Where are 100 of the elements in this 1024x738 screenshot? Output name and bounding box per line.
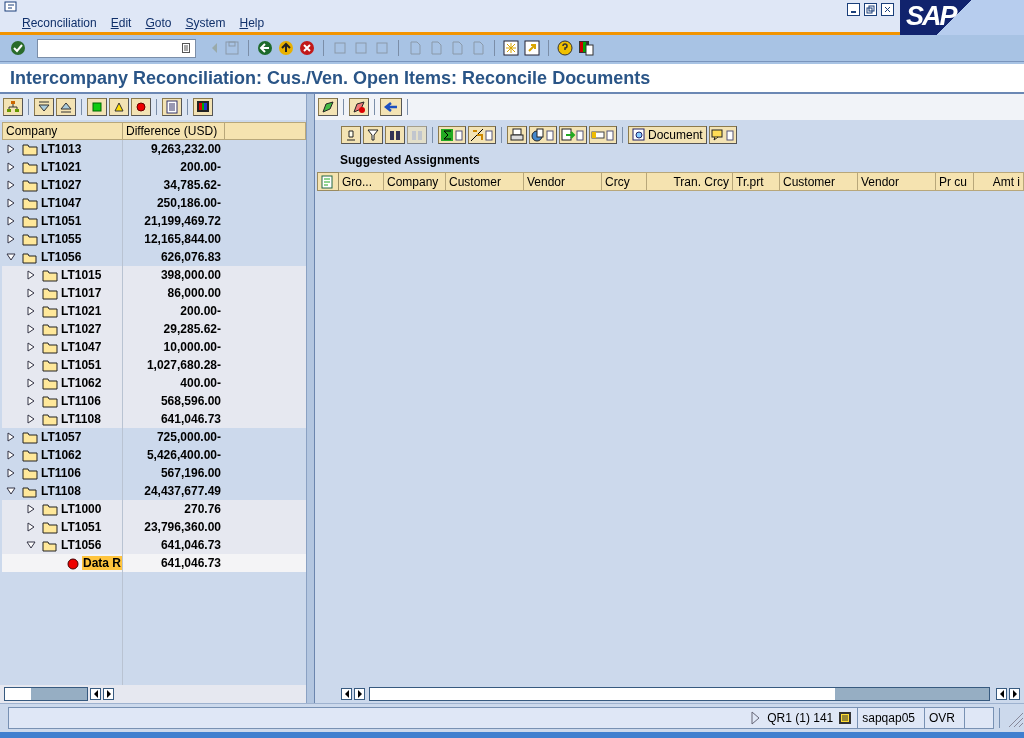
- assign-icon[interactable]: [318, 98, 338, 116]
- tree-row[interactable]: LT1051 23,796,360.00: [2, 518, 306, 536]
- scrollbar-thumb[interactable]: [835, 688, 989, 700]
- tree-row[interactable]: LT1047 10,000.00-: [2, 338, 306, 356]
- column-header[interactable]: Vendor: [524, 172, 602, 191]
- subtotal-icon[interactable]: [468, 126, 496, 144]
- tree-node-label[interactable]: LT1056: [60, 538, 103, 552]
- expander-icon[interactable]: [6, 180, 16, 190]
- cancel-icon[interactable]: [299, 40, 315, 56]
- menu-item[interactable]: Edit: [110, 16, 132, 30]
- list-icon[interactable]: [838, 711, 853, 725]
- layout-icon[interactable]: [578, 40, 594, 56]
- expander-icon[interactable]: [26, 342, 36, 352]
- scroll-right-icon[interactable]: [1009, 688, 1020, 700]
- tree-row[interactable]: LT1108 641,046.73: [2, 410, 306, 428]
- view-icon[interactable]: [529, 126, 557, 144]
- column-header[interactable]: Amt i: [974, 172, 1024, 191]
- expand-icon[interactable]: [34, 98, 54, 116]
- unassign-icon[interactable]: [349, 98, 369, 116]
- hierarchy-icon[interactable]: [3, 98, 23, 116]
- tree-node-label[interactable]: LT1055: [40, 232, 83, 246]
- expander-icon[interactable]: [26, 306, 36, 316]
- tree-row[interactable]: LT1051 1,027,680.28-: [2, 356, 306, 374]
- tree-node-label[interactable]: LT1027: [40, 178, 83, 192]
- column-header[interactable]: Company: [2, 122, 123, 140]
- tree-node-label[interactable]: LT1047: [40, 196, 83, 210]
- square-icon[interactable]: [87, 98, 107, 116]
- resize-grip-icon[interactable]: [999, 708, 1024, 728]
- expander-icon[interactable]: [6, 252, 16, 262]
- column-header[interactable]: Company: [384, 172, 446, 191]
- export-icon[interactable]: [559, 126, 587, 144]
- tree-node-label[interactable]: LT1021: [40, 160, 83, 174]
- error-icon[interactable]: [131, 98, 151, 116]
- list-icon[interactable]: [182, 43, 190, 53]
- scroll-left-icon[interactable]: [90, 688, 101, 700]
- column-header[interactable]: Customer: [780, 172, 858, 191]
- expander-icon[interactable]: [26, 540, 36, 550]
- tree-node-label[interactable]: LT1013: [40, 142, 83, 156]
- expander-icon[interactable]: [26, 522, 36, 532]
- tree-node-label[interactable]: LT1106: [60, 394, 102, 408]
- expander-icon[interactable]: [26, 360, 36, 370]
- comment-icon[interactable]: [708, 126, 737, 144]
- expander-icon[interactable]: [26, 288, 36, 298]
- expander-icon[interactable]: [6, 450, 16, 460]
- tree-node-label[interactable]: Data R: [82, 556, 122, 570]
- expander-icon[interactable]: [26, 414, 36, 424]
- expander-icon[interactable]: [26, 270, 36, 280]
- tree-row[interactable]: LT1021 200.00-: [2, 302, 306, 320]
- expander-icon[interactable]: [6, 486, 16, 496]
- tree-node-label[interactable]: LT1051: [60, 520, 103, 534]
- tree-row[interactable]: LT1015 398,000.00: [2, 266, 306, 284]
- new-window-icon[interactable]: [503, 40, 519, 56]
- restore-icon[interactable]: [864, 3, 877, 16]
- scroll-left-icon[interactable]: [341, 688, 352, 700]
- help-icon[interactable]: [557, 40, 573, 56]
- back-icon[interactable]: [257, 40, 273, 56]
- tree-node-label[interactable]: LT1047: [60, 340, 103, 354]
- tree-row[interactable]: LT1017 86,000.00: [2, 284, 306, 302]
- tree-row[interactable]: LT1027 29,285.62-: [2, 320, 306, 338]
- tree-row[interactable]: LT1056 641,046.73: [2, 536, 306, 554]
- column-header[interactable]: Crcy: [602, 172, 647, 191]
- expander-icon[interactable]: [26, 324, 36, 334]
- collapse-icon[interactable]: [56, 98, 76, 116]
- menu-item[interactable]: Reconciliation: [22, 16, 97, 30]
- expander-icon[interactable]: [6, 198, 16, 208]
- column-header[interactable]: Vendor: [858, 172, 936, 191]
- command-field[interactable]: [37, 38, 196, 58]
- expander-icon[interactable]: [26, 396, 36, 406]
- expander-icon[interactable]: [6, 234, 16, 244]
- scrollbar-thumb[interactable]: [31, 688, 87, 700]
- expander-icon[interactable]: [6, 432, 16, 442]
- tree-node-label[interactable]: LT1015: [60, 268, 103, 282]
- expander-icon[interactable]: [6, 162, 16, 172]
- expander-icon[interactable]: [6, 216, 16, 226]
- shortcut-icon[interactable]: [524, 40, 540, 56]
- layout-icon[interactable]: [589, 126, 617, 144]
- tree-node-label[interactable]: LT1106: [40, 466, 82, 480]
- tree-node-label[interactable]: LT1051: [40, 214, 83, 228]
- checkmark-icon[interactable]: [10, 40, 26, 56]
- tree-node-label[interactable]: LT1021: [60, 304, 103, 318]
- expander-icon[interactable]: [26, 504, 36, 514]
- window-menu-icon[interactable]: [4, 1, 18, 13]
- menu-item[interactable]: System: [185, 16, 226, 30]
- menu-item[interactable]: Help: [239, 16, 265, 30]
- tree-node-label[interactable]: LT1057: [40, 430, 83, 444]
- tree-row[interactable]: Data R 641,046.73: [2, 554, 306, 572]
- column-header[interactable]: Difference (USD): [123, 122, 225, 140]
- document-button[interactable]: Document: [628, 126, 707, 144]
- expander-icon[interactable]: [6, 468, 16, 478]
- list-icon[interactable]: [162, 98, 182, 116]
- sum-icon[interactable]: [438, 126, 466, 144]
- tree-node-label[interactable]: LT1051: [60, 358, 103, 372]
- up-icon[interactable]: [278, 40, 294, 56]
- column-header[interactable]: Customer: [446, 172, 524, 191]
- triangle-right-icon[interactable]: [750, 711, 761, 725]
- display-icon[interactable]: [193, 98, 213, 116]
- tree-node-label[interactable]: LT1108: [60, 412, 102, 426]
- tree-row[interactable]: LT1062 400.00-: [2, 374, 306, 392]
- column-header[interactable]: Tran. Crcy: [647, 172, 733, 191]
- expander-icon[interactable]: [26, 378, 36, 388]
